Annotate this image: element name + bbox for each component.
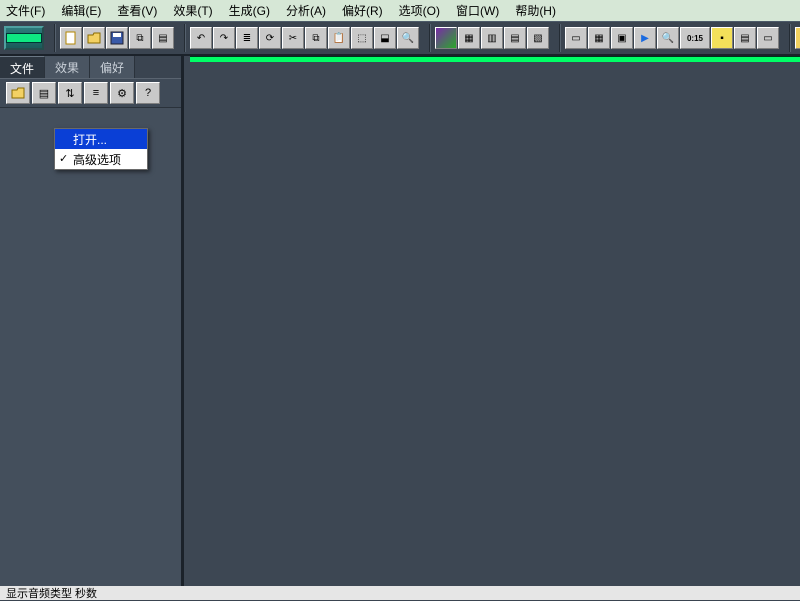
status-bar: 显示音频类型 秒数 [0,586,800,600]
cut-button[interactable]: ✂ [282,27,304,49]
panel-toolbar: ▤ ⇅ ≡ ⚙ ? [0,78,181,108]
grid-1-button[interactable]: ▤ [734,27,756,49]
device-indicator-button[interactable] [4,26,44,50]
status-text: 显示音频类型 秒数 [6,585,97,601]
loop-button[interactable]: 🔍 [657,27,679,49]
menu-help[interactable]: 帮助(H) [515,2,556,19]
context-menu-open[interactable]: 打开... [55,129,147,149]
marker-button[interactable]: ▪ [711,27,733,49]
save-button[interactable] [106,27,128,49]
tool-b-button[interactable]: ⬓ [374,27,396,49]
timeline-strip[interactable] [190,56,800,62]
view-4-button[interactable]: ▧ [527,27,549,49]
menu-analyze[interactable]: 分析(A) [286,2,326,19]
view-2-button[interactable]: ▥ [481,27,503,49]
panel-open-button[interactable] [6,82,30,104]
grid-2-button[interactable]: ▭ [757,27,779,49]
window-cascade-button[interactable]: ▣ [611,27,633,49]
main-toolbar: ⧉ ▤ ↶ ↷ ≣ ⟳ ✂ ⧉ 📋 ⬚ ⬓ 🔍 ▦ ▥ ▤ ▧ ▭ ▦ ▣ ▶ … [0,22,800,56]
menu-bar: 文件(F) 编辑(E) 查看(V) 效果(T) 生成(G) 分析(A) 偏好(R… [0,0,800,22]
redo-button[interactable]: ↷ [213,27,235,49]
zoom-button[interactable]: 🔍 [397,27,419,49]
paste-button[interactable]: 📋 [328,27,350,49]
menu-effects[interactable]: 效果(T) [173,2,212,19]
toolbar-separator [54,24,56,52]
menu-view[interactable]: 查看(V) [117,2,157,19]
view-3-button[interactable]: ▤ [504,27,526,49]
undo-button[interactable]: ↶ [190,27,212,49]
open-button[interactable] [83,27,105,49]
play-button[interactable]: ▶ [634,27,656,49]
spectral-view-button[interactable] [435,27,457,49]
time-display-button[interactable]: 0:15 [680,27,710,49]
window-tile-button[interactable]: ▦ [588,27,610,49]
panel-settings-button[interactable]: ⚙ [110,82,134,104]
toolbar-separator [559,24,561,52]
tab-preferences[interactable]: 偏好 [90,56,135,78]
toolbar-separator [429,24,431,52]
menu-edit[interactable]: 编辑(E) [61,2,101,19]
panel-recent-button[interactable]: ▤ [32,82,56,104]
extra-tool-button[interactable]: ✦ [795,27,800,49]
device-slot-icon [6,33,42,43]
view-1-button[interactable]: ▦ [458,27,480,49]
panel-help-button[interactable]: ? [136,82,160,104]
history-button[interactable]: ≣ [236,27,258,49]
properties-button[interactable]: ▤ [152,27,174,49]
context-menu: 打开... ✓ 高级选项 [54,128,148,170]
panel-body [0,108,181,600]
tab-effects[interactable]: 效果 [45,56,90,78]
menu-options[interactable]: 选项(O) [399,2,440,19]
menu-window[interactable]: 窗口(W) [456,2,499,19]
tool-a-button[interactable]: ⬚ [351,27,373,49]
save-all-button[interactable]: ⧉ [129,27,151,49]
panel-tabs: 文件 效果 偏好 [0,56,181,78]
toolbar-separator [184,24,186,52]
panel-list-button[interactable]: ≡ [84,82,108,104]
check-icon: ✓ [59,152,68,165]
new-button[interactable] [60,27,82,49]
menu-generate[interactable]: 生成(G) [229,2,270,19]
repeat-button[interactable]: ⟳ [259,27,281,49]
context-menu-advanced-label: 高级选项 [73,151,121,168]
context-menu-advanced[interactable]: ✓ 高级选项 [55,149,147,169]
menu-file[interactable]: 文件(F) [6,2,45,19]
editor-stage [184,56,800,600]
tab-file[interactable]: 文件 [0,56,45,78]
copy-button[interactable]: ⧉ [305,27,327,49]
toolbar-separator [789,24,791,52]
menu-preferences[interactable]: 偏好(R) [342,2,383,19]
panel-sort-button[interactable]: ⇅ [58,82,82,104]
window-single-button[interactable]: ▭ [565,27,587,49]
